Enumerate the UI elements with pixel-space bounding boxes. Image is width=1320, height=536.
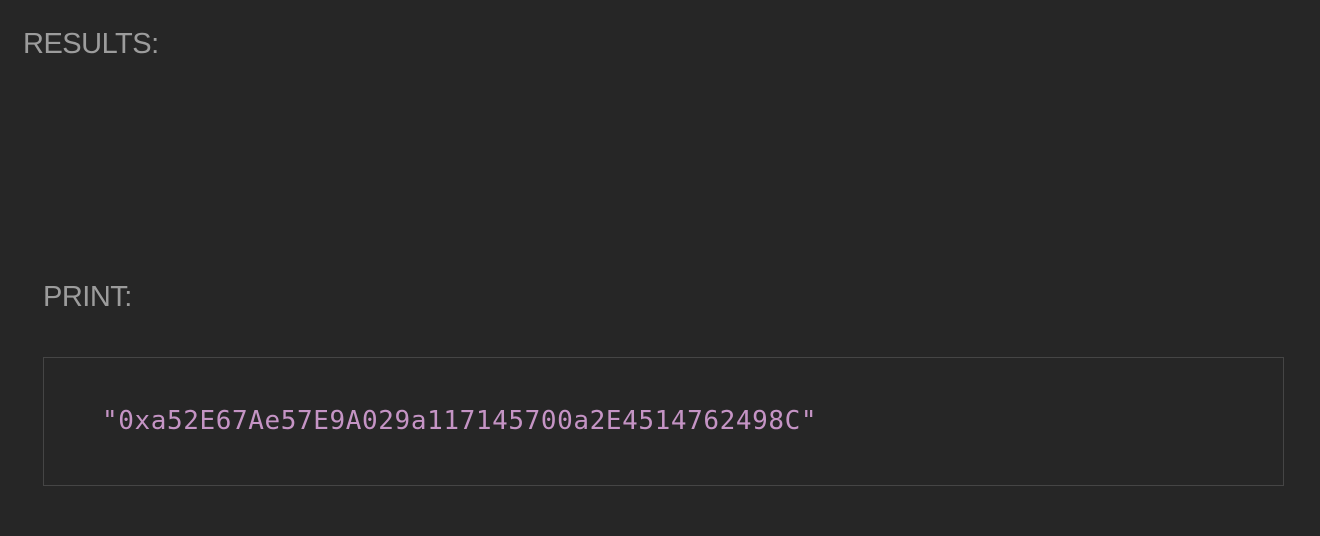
- print-output-value: "0xa52E67Ae57E9A029a117145700a2E45147624…: [102, 406, 818, 436]
- print-section: PRINT: "0xa52E67Ae57E9A029a117145700a2E4…: [43, 279, 1284, 486]
- results-heading: RESULTS:: [23, 28, 159, 60]
- print-output-box: "0xa52E67Ae57E9A029a117145700a2E45147624…: [43, 357, 1284, 486]
- print-heading: PRINT:: [43, 281, 132, 313]
